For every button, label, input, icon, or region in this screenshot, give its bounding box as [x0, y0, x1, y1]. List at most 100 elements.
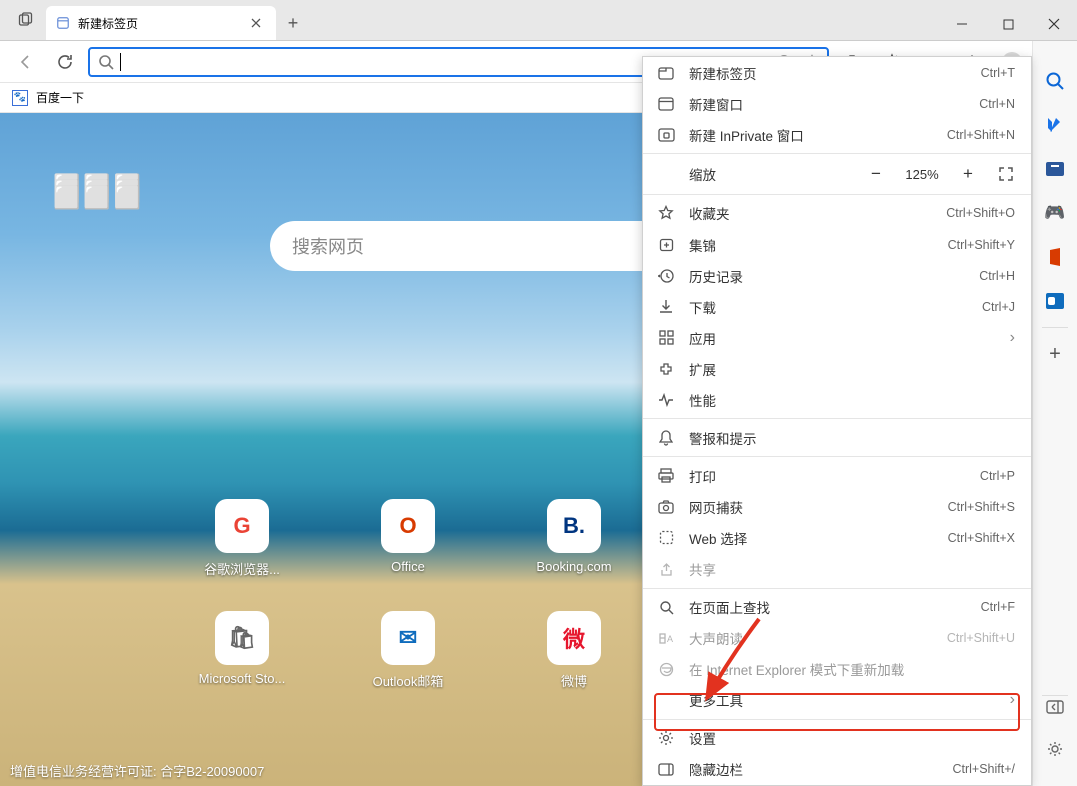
nav-refresh-button[interactable]: [48, 45, 82, 79]
browser-tab[interactable]: 新建标签页: [46, 6, 276, 40]
zoom-in-button[interactable]: +: [953, 160, 983, 188]
chevron-right-icon: ›: [1010, 691, 1015, 709]
quick-link-tile[interactable]: ✉ Outlook邮箱: [366, 611, 450, 690]
tab-actions-button[interactable]: [6, 0, 46, 40]
new-tab-button[interactable]: +: [276, 6, 310, 40]
rail-search-icon[interactable]: [1033, 59, 1077, 103]
menu-item-share: 共享: [643, 554, 1031, 585]
rail-settings-icon[interactable]: [1046, 740, 1064, 780]
menu-item-label: 新建标签页: [689, 63, 967, 83]
menu-item-apps[interactable]: 应用 ›: [643, 322, 1031, 353]
svg-text:A: A: [667, 634, 673, 644]
menu-item-private[interactable]: 新建 InPrivate 窗口 Ctrl+Shift+N: [643, 119, 1031, 150]
rail-tools-icon[interactable]: [1033, 147, 1077, 191]
capture-icon: [657, 500, 675, 514]
menu-item-find[interactable]: 在页面上查找 Ctrl+F: [643, 592, 1031, 623]
quick-link-tile[interactable]: B. Booking.com: [532, 499, 616, 578]
menu-zoom-row: 缩放 − 125% +: [643, 157, 1031, 191]
tile-icon: ✉: [381, 611, 435, 665]
rail-office-icon[interactable]: [1033, 235, 1077, 279]
menu-item-label: 在 Internet Explorer 模式下重新加载: [689, 659, 1015, 679]
tile-icon: G: [215, 499, 269, 553]
window-maximize-button[interactable]: [985, 8, 1031, 40]
tab-close-button[interactable]: [246, 16, 266, 30]
baidu-favicon: 🐾: [12, 90, 28, 106]
menu-item-label: 警报和提示: [689, 428, 1015, 448]
tile-icon: 🛍: [215, 611, 269, 665]
quick-link-tile[interactable]: O Office: [366, 499, 450, 578]
quick-link-tile[interactable]: 微 微博: [532, 611, 616, 690]
quick-link-tile[interactable]: G 谷歌浏览器...: [200, 499, 284, 578]
menu-item-shortcut: Ctrl+Shift+S: [948, 500, 1015, 514]
menu-item-more[interactable]: 更多工具 ›: [643, 685, 1031, 716]
menu-item-label: 新建 InPrivate 窗口: [689, 125, 933, 145]
menu-item-shortcut: Ctrl+T: [981, 66, 1015, 80]
menu-item-print[interactable]: 打印 Ctrl+P: [643, 460, 1031, 491]
tile-label: Booking.com: [536, 559, 611, 574]
share-icon: [657, 562, 675, 577]
tab-page-icon: [56, 16, 70, 30]
tile-label: Office: [391, 559, 425, 574]
menu-item-select[interactable]: Web 选择 Ctrl+Shift+X: [643, 522, 1031, 553]
menu-item-bell[interactable]: 警报和提示: [643, 422, 1031, 453]
bell-icon: [657, 430, 675, 446]
fullscreen-button[interactable]: [991, 160, 1021, 188]
menu-item-label: Web 选择: [689, 528, 934, 548]
menu-item-label: 隐藏边栏: [689, 759, 938, 779]
menu-item-tab[interactable]: 新建标签页 Ctrl+T: [643, 57, 1031, 88]
sidebar-icon: [657, 763, 675, 776]
menu-item-shortcut: Ctrl+F: [981, 600, 1015, 614]
tile-icon: O: [381, 499, 435, 553]
ie-icon: [657, 662, 675, 677]
menu-item-label: 性能: [689, 390, 1015, 410]
menu-item-label: 更多工具: [689, 690, 996, 710]
menu-item-label: 在页面上查找: [689, 597, 967, 617]
menu-item-window[interactable]: 新建窗口 Ctrl+N: [643, 88, 1031, 119]
menu-item-label: 历史记录: [689, 266, 965, 286]
menu-item-shortcut: Ctrl+Shift+X: [948, 531, 1015, 545]
window-icon: [657, 97, 675, 111]
menu-item-collect[interactable]: 集锦 Ctrl+Shift+Y: [643, 229, 1031, 260]
window-close-button[interactable]: [1031, 8, 1077, 40]
rail-shopping-icon[interactable]: [1033, 103, 1077, 147]
tile-label: 谷歌浏览器...: [204, 559, 280, 578]
bookmark-baidu[interactable]: 百度一下: [36, 89, 84, 106]
window-minimize-button[interactable]: [939, 8, 985, 40]
menu-item-shortcut: Ctrl+P: [980, 469, 1015, 483]
menu-item-shortcut: Ctrl+H: [979, 269, 1015, 283]
star-icon: [657, 205, 675, 221]
menu-item-download[interactable]: 下载 Ctrl+J: [643, 291, 1031, 322]
ext-icon: [657, 361, 675, 377]
apps-grid-icon[interactable]: ⬜⬜⬜⬜⬜⬜⬜⬜⬜: [53, 173, 144, 191]
menu-item-gear[interactable]: 设置: [643, 723, 1031, 754]
menu-item-label: 新建窗口: [689, 94, 965, 114]
menu-item-history[interactable]: 历史记录 Ctrl+H: [643, 260, 1031, 291]
select-icon: [657, 530, 675, 545]
zoom-out-button[interactable]: −: [861, 160, 891, 188]
private-icon: [657, 128, 675, 142]
menu-item-label: 下载: [689, 297, 968, 317]
menu-item-label: 扩展: [689, 359, 1015, 379]
menu-item-ie: 在 Internet Explorer 模式下重新加载: [643, 654, 1031, 685]
rail-add-button[interactable]: +: [1033, 332, 1077, 376]
rail-games-icon[interactable]: 🎮: [1033, 191, 1077, 235]
menu-item-perf[interactable]: 性能: [643, 384, 1031, 415]
rail-toggle-sidebar-icon[interactable]: [1046, 700, 1064, 740]
quick-link-tile[interactable]: 🛍 Microsoft Sto...: [200, 611, 284, 690]
menu-item-capture[interactable]: 网页捕获 Ctrl+Shift+S: [643, 491, 1031, 522]
menu-item-ext[interactable]: 扩展: [643, 353, 1031, 384]
menu-item-label: 集锦: [689, 235, 934, 255]
ntp-search-placeholder: 搜索网页: [292, 233, 364, 259]
rail-outlook-icon[interactable]: [1033, 279, 1077, 323]
title-bar: 新建标签页 +: [0, 0, 1077, 41]
menu-item-label: 共享: [689, 559, 1015, 579]
nav-back-button[interactable]: [8, 45, 42, 79]
menu-item-star[interactable]: 收藏夹 Ctrl+Shift+O: [643, 198, 1031, 229]
menu-item-sidebar[interactable]: 隐藏边栏 Ctrl+Shift+/: [643, 754, 1031, 785]
apps-icon: [657, 330, 675, 345]
menu-item-shortcut: Ctrl+Shift+U: [947, 631, 1015, 645]
menu-item-shortcut: Ctrl+J: [982, 300, 1015, 314]
menu-item-label: 网页捕获: [689, 497, 934, 517]
menu-item-label: 收藏夹: [689, 203, 932, 223]
menu-item-label: 应用: [689, 328, 996, 348]
